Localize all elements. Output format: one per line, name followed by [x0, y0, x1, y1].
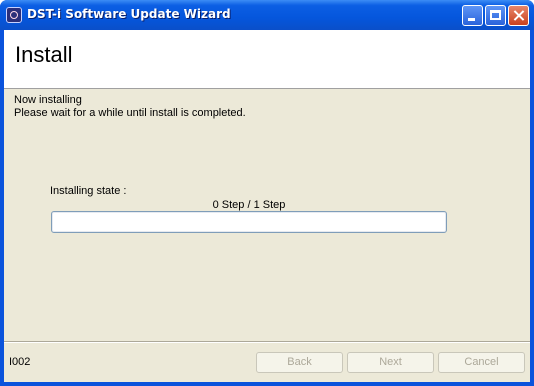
wizard-window: DST-i Software Update Wizard Install Now… — [0, 0, 534, 386]
next-button[interactable]: Next — [347, 352, 434, 373]
page-title: Install — [15, 42, 73, 67]
status-message: Now installing — [14, 94, 82, 106]
cancel-button[interactable]: Cancel — [438, 352, 525, 373]
install-progress-bar — [51, 211, 447, 233]
dialog-body: Install Now installing Please wait for a… — [4, 30, 530, 382]
header-panel: Install — [4, 30, 530, 89]
footer-divider — [4, 341, 530, 343]
window-title: DST-i Software Update Wizard — [27, 7, 231, 21]
instruction-message: Please wait for a while until install is… — [14, 107, 246, 119]
step-counter: 0 Step / 1 Step — [212, 199, 286, 211]
status-code: I002 — [9, 356, 31, 368]
minimize-icon[interactable] — [462, 5, 483, 26]
app-icon[interactable] — [6, 7, 22, 23]
back-button[interactable]: Back — [256, 352, 343, 373]
installing-state-label: Installing state : — [50, 185, 127, 197]
title-bar[interactable]: DST-i Software Update Wizard — [0, 0, 534, 30]
maximize-icon[interactable] — [485, 5, 506, 26]
close-icon[interactable] — [508, 5, 529, 26]
